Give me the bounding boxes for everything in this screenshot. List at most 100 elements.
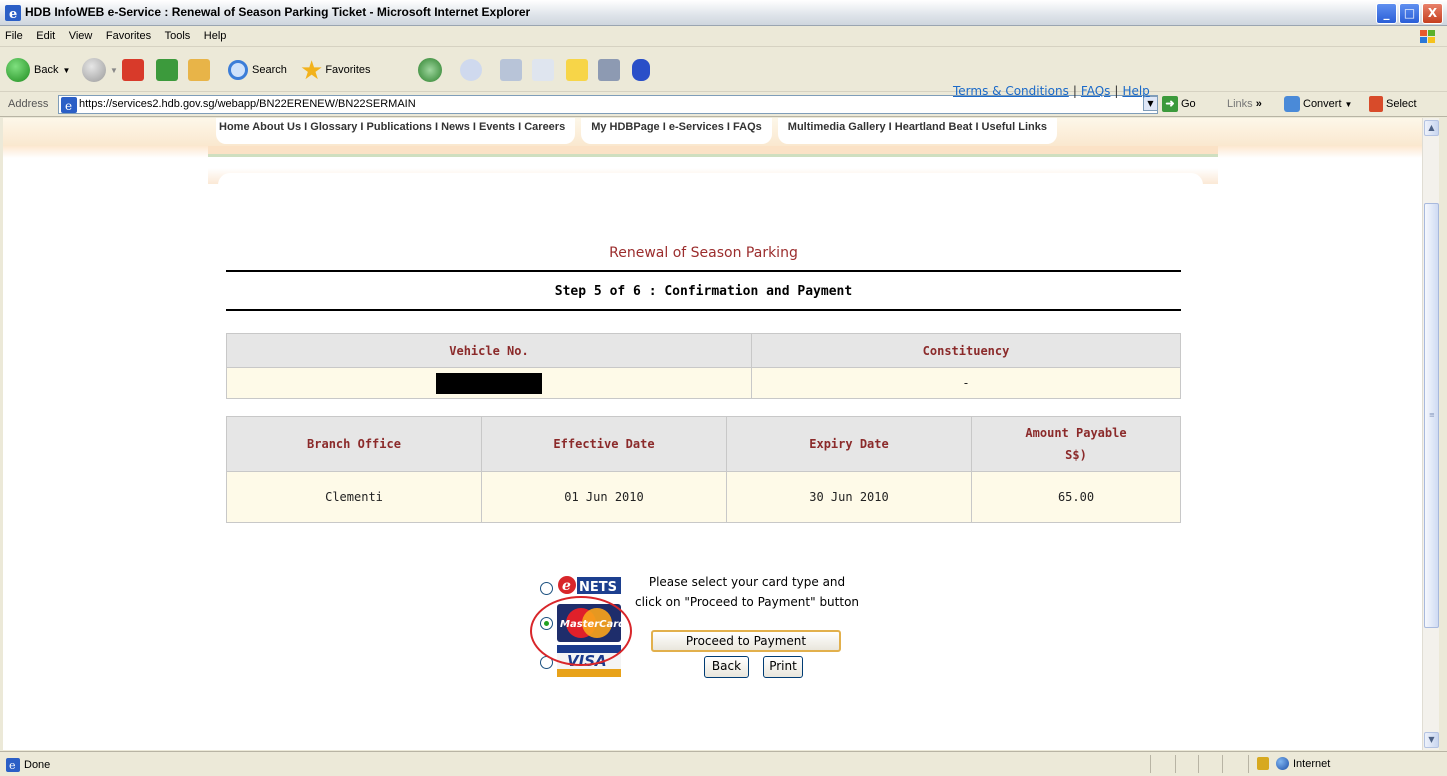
- convert-button[interactable]: Convert ▼: [1284, 96, 1352, 112]
- menu-tools[interactable]: Tools: [160, 27, 196, 45]
- research-button[interactable]: [598, 56, 620, 84]
- faqs-link[interactable]: FAQs: [1081, 84, 1111, 98]
- page-title: Renewal of Season Parking: [609, 245, 798, 261]
- status-text: Done: [24, 759, 51, 771]
- chevron-down-icon: ▼: [62, 65, 71, 75]
- svg-text:e: e: [65, 99, 72, 113]
- table-row: -: [226, 367, 1181, 399]
- home-button[interactable]: [188, 56, 210, 84]
- top-links: Terms & Conditions | FAQs | Help: [953, 84, 1150, 98]
- instruction-line-2: click on "Proceed to Payment" button: [634, 595, 860, 609]
- page-icon: e: [6, 758, 20, 772]
- status-divider: [1175, 755, 1176, 773]
- address-label: Address: [8, 98, 49, 110]
- toolbar: Back ▼ ▼ Search ★ Favorites: [0, 48, 1447, 92]
- forward-button[interactable]: ▼: [82, 56, 118, 84]
- grip-icon: ≡: [1429, 411, 1435, 419]
- step-indicator: Step 5 of 6 : Confirmation and Payment: [554, 284, 853, 299]
- bluetooth-button[interactable]: [632, 56, 650, 84]
- stop-button[interactable]: [122, 56, 144, 84]
- menu-bar: File Edit View Favorites Tools Help: [0, 27, 1447, 47]
- highlight-circle: [530, 596, 632, 666]
- site-nav-group-media[interactable]: Multimedia Gallery I Heartland Beat I Us…: [777, 118, 1057, 144]
- search-icon: [228, 60, 248, 80]
- back-label: Back: [34, 64, 59, 76]
- page-icon: e: [61, 97, 77, 113]
- maximize-button[interactable]: □: [1399, 3, 1420, 24]
- divider: [226, 270, 1181, 272]
- menu-edit[interactable]: Edit: [31, 27, 60, 45]
- windows-logo-icon: [1420, 30, 1435, 43]
- menu-view[interactable]: View: [64, 27, 98, 45]
- chevron-down-icon: ▼: [1428, 735, 1435, 744]
- minimize-button[interactable]: _: [1376, 3, 1397, 24]
- search-button[interactable]: Search: [228, 56, 287, 84]
- column-header-amount: Amount Payable S$): [971, 416, 1181, 472]
- links-label: Links: [1227, 98, 1253, 110]
- minimize-icon: _: [1383, 6, 1390, 20]
- help-link[interactable]: Help: [1122, 84, 1149, 98]
- column-header-expiry-date: Expiry Date: [726, 416, 972, 472]
- svg-text:e: e: [562, 578, 571, 594]
- header-band-left: [3, 146, 208, 158]
- proceed-to-payment-button[interactable]: Proceed to Payment: [651, 630, 841, 652]
- menu-favorites[interactable]: Favorites: [101, 27, 156, 45]
- window-title: HDB InfoWEB e-Service : Renewal of Seaso…: [25, 5, 531, 19]
- print-button[interactable]: Print: [763, 656, 803, 678]
- status-divider: [1222, 755, 1223, 773]
- status-message: e Done: [6, 758, 50, 772]
- title-bar: e HDB InfoWEB e-Service : Renewal of Sea…: [0, 0, 1447, 26]
- print-toolbar-button[interactable]: [500, 56, 522, 84]
- select-icon: [1369, 96, 1383, 112]
- scroll-thumb[interactable]: ≡: [1424, 203, 1439, 628]
- site-nav: Home About Us I Glossary I Publications …: [216, 118, 1057, 144]
- terms-link[interactable]: Terms & Conditions: [953, 84, 1069, 98]
- scroll-down-button[interactable]: ▼: [1424, 732, 1439, 748]
- edit-button[interactable]: [532, 56, 554, 84]
- history-button[interactable]: [418, 56, 442, 84]
- go-arrow-icon: ➜: [1162, 96, 1178, 112]
- back-button-page[interactable]: Back: [704, 656, 749, 678]
- amount-cell: 65.00: [971, 471, 1181, 523]
- close-button[interactable]: X: [1422, 3, 1443, 24]
- site-nav-group-main[interactable]: Home About Us I Glossary I Publications …: [216, 118, 576, 144]
- divider: [226, 309, 1181, 311]
- amount-header-text: Amount Payable S$): [1025, 426, 1127, 462]
- column-header-branch: Branch Office: [226, 416, 482, 472]
- site-nav-group-eservices[interactable]: My HDBPage I e-Services I FAQs: [581, 118, 772, 144]
- expiry-date-cell: 30 Jun 2010: [726, 471, 972, 523]
- edit-icon: [532, 59, 554, 81]
- scroll-up-button[interactable]: ▲: [1424, 120, 1439, 136]
- svg-text:NETS: NETS: [579, 580, 617, 595]
- refresh-button[interactable]: [156, 56, 178, 84]
- research-icon: [598, 59, 620, 81]
- branch-cell: Clementi: [226, 471, 482, 523]
- select-button[interactable]: Select: [1369, 96, 1417, 112]
- select-label: Select: [1386, 98, 1417, 110]
- discuss-button[interactable]: [566, 56, 588, 84]
- address-dropdown-button[interactable]: ▼: [1143, 96, 1158, 111]
- favorites-button[interactable]: ★ Favorites: [300, 56, 371, 84]
- go-button[interactable]: ➜ Go: [1162, 96, 1196, 112]
- close-icon: X: [1427, 6, 1438, 20]
- payment-instructions: Please select your card type and click o…: [622, 572, 872, 612]
- column-header-constituency: Constituency: [751, 333, 1181, 368]
- svg-text:e: e: [9, 759, 16, 772]
- favorites-label: Favorites: [325, 64, 371, 76]
- separator: |: [1114, 84, 1119, 98]
- header-stripe: [208, 146, 1218, 154]
- convert-label: Convert: [1303, 98, 1342, 110]
- maximize-icon: □: [1403, 6, 1416, 20]
- convert-icon: [1284, 96, 1300, 112]
- vertical-scrollbar[interactable]: ▲ ≡ ▼: [1422, 118, 1439, 750]
- menu-help[interactable]: Help: [199, 27, 232, 45]
- back-button[interactable]: Back ▼: [6, 56, 70, 84]
- mail-button[interactable]: [460, 56, 482, 84]
- links-toolbar[interactable]: Links »: [1227, 98, 1262, 110]
- menu-file[interactable]: File: [0, 27, 28, 45]
- address-bar: Address e https://services2.hdb.gov.sg/w…: [0, 93, 1447, 117]
- history-icon: [418, 58, 442, 82]
- column-header-vehicle: Vehicle No.: [226, 333, 752, 368]
- radio-enets[interactable]: [540, 582, 553, 595]
- chevron-up-icon: ▲: [1428, 123, 1435, 132]
